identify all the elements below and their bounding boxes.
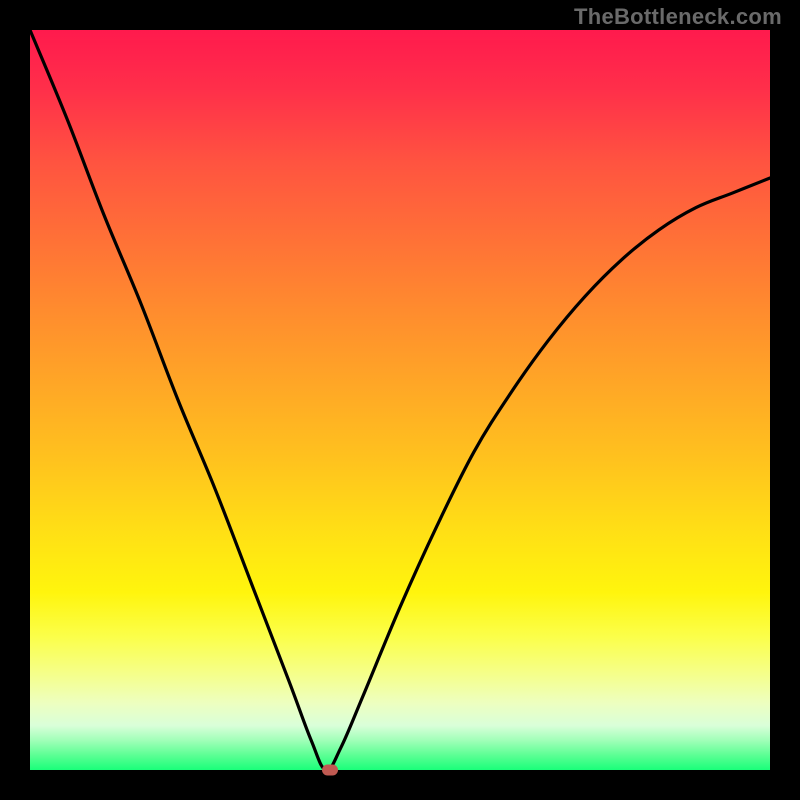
- optimal-point-marker: [322, 765, 338, 776]
- bottleneck-curve: [30, 30, 770, 770]
- watermark-text: TheBottleneck.com: [574, 4, 782, 30]
- chart-plot-area: [30, 30, 770, 770]
